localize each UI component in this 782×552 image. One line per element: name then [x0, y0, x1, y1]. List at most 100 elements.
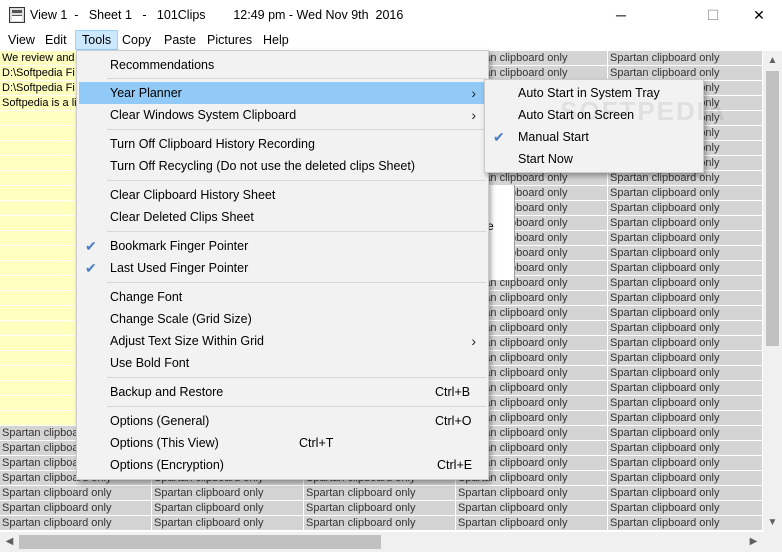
clip-cell[interactable]: Spartan clipboard only [608, 456, 763, 471]
tools-menu-item-adjust-text-size-within-grid[interactable]: Adjust Text Size Within Grid › [79, 330, 486, 352]
clip-cell[interactable]: Spartan clipboard only [608, 186, 763, 201]
clip-cell[interactable]: Spartan clipboard only [608, 381, 763, 396]
menu-item-label: Year Planner [110, 86, 182, 100]
close-button[interactable]: ✕ [736, 0, 782, 30]
blank-panel: e [487, 185, 515, 280]
menu-pictures[interactable]: Pictures [201, 30, 258, 50]
menu-item-shortcut: Ctrl+E [437, 458, 473, 472]
clip-cell[interactable]: Spartan clipboard only [608, 471, 763, 486]
vertical-scrollbar[interactable]: ▲ ▼ [763, 51, 782, 532]
horizontal-scrollbar[interactable]: ◀ ▶ [0, 532, 763, 552]
year-planner-item-manual-start[interactable]: ✔ Manual Start [487, 126, 701, 148]
clip-cell[interactable]: Spartan clipboard only [608, 51, 763, 66]
menu-item-shortcut: Ctrl+B [435, 385, 471, 399]
clip-cell[interactable]: Spartan clipboard only [152, 486, 304, 501]
clip-cell[interactable]: Spartan clipboard only [304, 486, 456, 501]
window-title: View 1 - Sheet 1 - 101Clips 12:49 pm - W… [30, 8, 404, 22]
clip-cell[interactable]: Spartan clipboard only [304, 501, 456, 516]
menu-tools[interactable]: Tools [75, 30, 119, 50]
check-icon: ✔ [85, 238, 97, 254]
menu-item-label: Manual Start [518, 130, 589, 144]
clip-cell[interactable]: Spartan clipboard only [456, 486, 608, 501]
menu-help[interactable]: Help [257, 30, 295, 50]
clip-cell[interactable]: Spartan clipboard only [608, 426, 763, 441]
menu-bar: View Edit Tools Copy Paste Pictures Help [0, 30, 782, 51]
tools-menu-item-change-font[interactable]: Change Font [79, 286, 486, 308]
clip-cell[interactable]: Spartan clipboard only [608, 351, 763, 366]
clip-cell[interactable]: Spartan clipboard only [608, 246, 763, 261]
tools-menu-item-turn-off-recycling-do-not-use-the-deleted-clips-sheet[interactable]: Turn Off Recycling (Do not use the delet… [79, 155, 486, 177]
menu-item-label: Auto Start on Screen [518, 108, 635, 122]
tools-menu-item-backup-and-restore[interactable]: Backup and Restore Ctrl+B [79, 381, 486, 403]
clip-cell[interactable]: Spartan clipboard only [152, 516, 304, 531]
tools-menu-item-year-planner[interactable]: Year Planner › [79, 82, 486, 104]
menu-item-label: Backup and Restore [110, 385, 224, 399]
tools-menu-item-options-this-view[interactable]: Options (This View) Ctrl+T [79, 432, 486, 454]
tools-menu-item-turn-off-clipboard-history-recording[interactable]: Turn Off Clipboard History Recording [79, 133, 486, 155]
vertical-scroll-thumb[interactable] [766, 71, 779, 346]
clip-cell[interactable]: Spartan clipboard only [608, 291, 763, 306]
clip-cell[interactable]: Spartan clipboard only [0, 501, 152, 516]
scroll-right-icon[interactable]: ▶ [745, 533, 762, 550]
clip-cell[interactable]: Spartan clipboard only [304, 516, 456, 531]
clip-cell[interactable]: Spartan clipboard only [608, 441, 763, 456]
tools-menu-item-clear-deleted-clips-sheet[interactable]: Clear Deleted Clips Sheet [79, 206, 486, 228]
clip-cell[interactable]: Spartan clipboard only [608, 396, 763, 411]
clip-cell[interactable]: Spartan clipboard only [608, 366, 763, 381]
tools-menu-item-options-general[interactable]: Options (General) Ctrl+O [79, 410, 486, 432]
clip-cell[interactable]: Spartan clipboard only [608, 171, 763, 186]
menu-separator [107, 78, 486, 79]
scroll-up-icon[interactable]: ▲ [764, 52, 781, 69]
tools-menu-item-use-bold-font[interactable]: Use Bold Font [79, 352, 486, 374]
clip-cell[interactable]: Spartan clipboard only [608, 486, 763, 501]
tools-menu-item-options-encryption[interactable]: Options (Encryption) Ctrl+E [79, 454, 486, 476]
clip-cell[interactable]: Spartan clipboard only [0, 516, 152, 531]
clip-cell[interactable]: Spartan clipboard only [608, 516, 763, 531]
scroll-left-icon[interactable]: ◀ [1, 533, 18, 550]
tools-menu-item-change-scale-grid-size[interactable]: Change Scale (Grid Size) [79, 308, 486, 330]
menu-item-label: Options (Encryption) [110, 458, 224, 472]
clip-cell[interactable]: Spartan clipboard only [456, 516, 608, 531]
tools-menu-item-clear-windows-system-clipboard[interactable]: Clear Windows System Clipboard › [79, 104, 486, 126]
tools-menu-item-recommendations[interactable]: Recommendations [79, 54, 486, 76]
menu-view[interactable]: View [2, 30, 41, 50]
clip-cell[interactable]: Spartan clipboard only [608, 321, 763, 336]
scroll-corner [763, 532, 782, 552]
menu-item-label: Adjust Text Size Within Grid [110, 334, 264, 348]
year-planner-item-start-now[interactable]: Start Now [487, 148, 701, 170]
clip-cell[interactable]: Spartan clipboard only [608, 306, 763, 321]
menu-separator [107, 377, 486, 378]
title-bar: View 1 - Sheet 1 - 101Clips 12:49 pm - W… [0, 0, 782, 30]
clip-cell[interactable]: Spartan clipboard only [608, 231, 763, 246]
clip-cell[interactable]: Spartan clipboard only [0, 486, 152, 501]
menu-copy[interactable]: Copy [116, 30, 157, 50]
clip-cell[interactable]: Spartan clipboard only [608, 216, 763, 231]
menu-separator [107, 406, 486, 407]
clip-cell[interactable]: Spartan clipboard only [608, 261, 763, 276]
clip-cell[interactable]: Spartan clipboard only [608, 201, 763, 216]
year-planner-item-auto-start-on-screen[interactable]: Auto Start on Screen [487, 104, 701, 126]
app-icon[interactable] [9, 7, 25, 23]
clip-cell[interactable]: Spartan clipboard only [152, 501, 304, 516]
tools-menu-item-bookmark-finger-pointer[interactable]: ✔ Bookmark Finger Pointer [79, 235, 486, 257]
menu-separator [107, 282, 486, 283]
minimize-button[interactable]: ─ [598, 0, 644, 30]
clip-cell[interactable]: Spartan clipboard only [608, 336, 763, 351]
menu-paste[interactable]: Paste [158, 30, 202, 50]
clip-cell[interactable]: Spartan clipboard only [608, 411, 763, 426]
menu-edit[interactable]: Edit [39, 30, 73, 50]
horizontal-scroll-thumb[interactable] [19, 535, 381, 549]
check-icon: ✔ [493, 129, 505, 145]
clip-cell[interactable]: Spartan clipboard only [608, 276, 763, 291]
scroll-down-icon[interactable]: ▼ [764, 514, 781, 531]
menu-separator [107, 129, 486, 130]
clip-cell[interactable]: Spartan clipboard only [608, 501, 763, 516]
maximize-button[interactable]: ☐ [690, 0, 736, 30]
tools-menu-item-last-used-finger-pointer[interactable]: ✔ Last Used Finger Pointer [79, 257, 486, 279]
menu-item-label: Start Now [518, 152, 573, 166]
check-icon: ✔ [85, 260, 97, 276]
tools-menu-item-clear-clipboard-history-sheet[interactable]: Clear Clipboard History Sheet [79, 184, 486, 206]
menu-item-label: Auto Start in System Tray [518, 86, 660, 100]
clip-cell[interactable]: Spartan clipboard only [456, 501, 608, 516]
year-planner-item-auto-start-in-system-tray[interactable]: Auto Start in System Tray [487, 82, 701, 104]
